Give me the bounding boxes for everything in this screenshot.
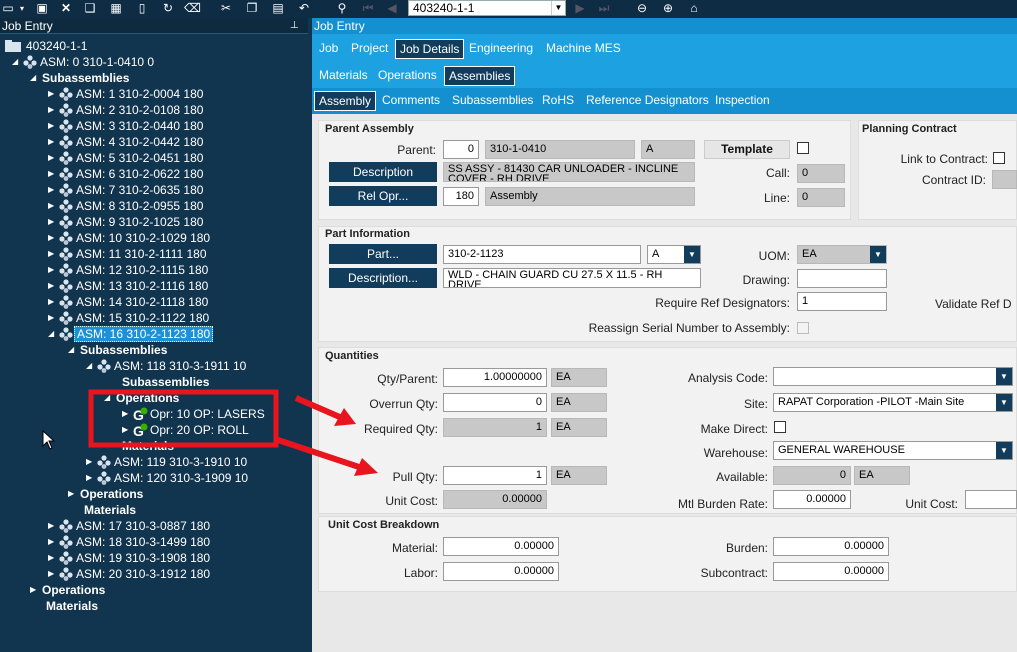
arrow-to-pull-qty	[277, 437, 378, 476]
mouse-cursor-icon	[42, 430, 56, 450]
highlight-box	[88, 389, 279, 448]
arrow-to-required-qty	[294, 395, 356, 426]
annotation-overlay	[88, 389, 378, 476]
